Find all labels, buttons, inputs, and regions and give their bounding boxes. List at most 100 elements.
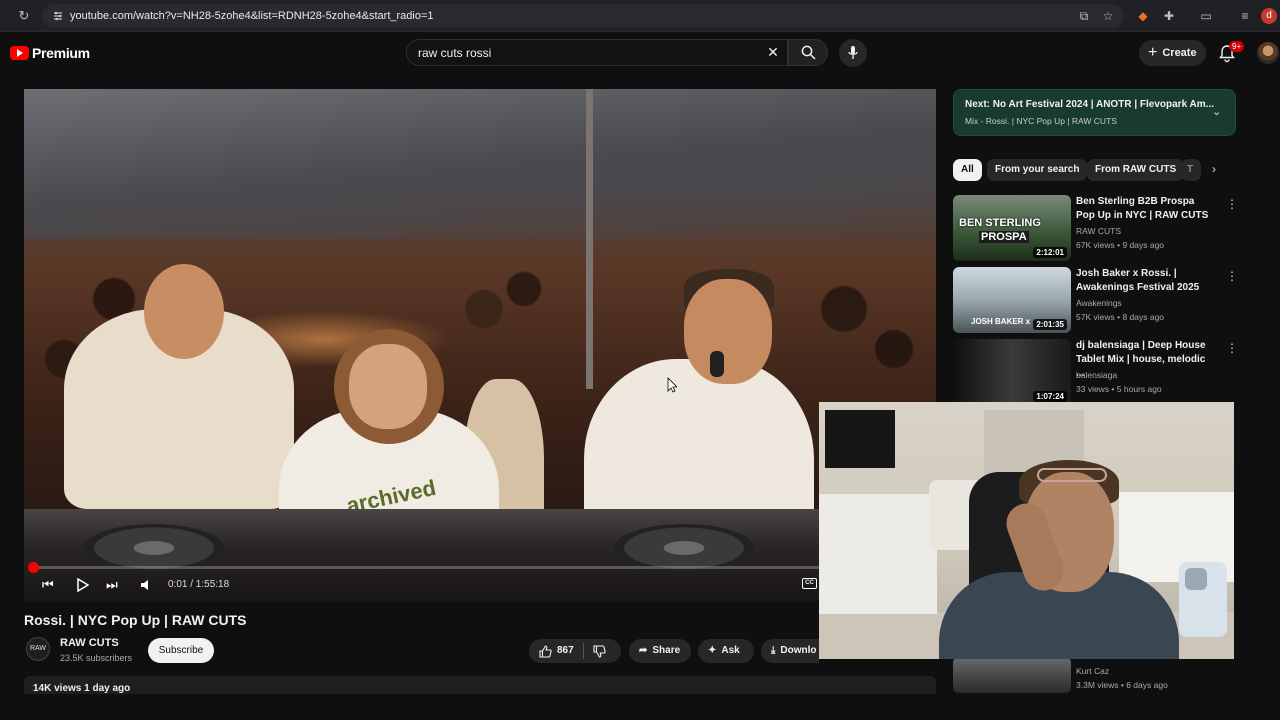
download-button[interactable]: ⤓ Downlo xyxy=(761,639,819,663)
share-button[interactable]: ➦ Share xyxy=(629,639,691,663)
description-box[interactable]: 14K views 1 day ago xyxy=(24,676,936,694)
thumbs-up-icon[interactable] xyxy=(539,644,552,658)
video-player[interactable]: archived ⏮ ⏭ 0:01 / 1:55:18 CC xyxy=(24,89,936,601)
duration-badge: 1:07:24 xyxy=(1033,391,1067,402)
account-avatar[interactable] xyxy=(1257,42,1279,64)
like-count[interactable]: 867 xyxy=(557,639,574,663)
recommendation-item[interactable]: BEN STERLING PROSPA 2:12:01 Ben Sterling… xyxy=(953,195,1243,261)
search-input[interactable]: raw cuts rossi ✕ xyxy=(406,39,788,66)
youtube-header: Premium raw cuts rossi ✕ + Create 9+ xyxy=(0,33,1280,73)
profile-avatar[interactable]: d xyxy=(1261,8,1277,24)
create-label: Create xyxy=(1162,47,1197,59)
clear-search-icon[interactable]: ✕ xyxy=(764,43,782,61)
chevron-down-icon[interactable]: ⌄ xyxy=(1212,105,1221,118)
create-button[interactable]: + Create xyxy=(1139,40,1206,66)
dj-face-center xyxy=(349,344,427,429)
handheld-microphone xyxy=(710,351,724,377)
microphone-icon xyxy=(848,46,858,59)
recommendation-item[interactable]: JOSH BAKER x 2:01:35 Josh Baker x Rossi.… xyxy=(953,267,1243,333)
dj-head-left xyxy=(144,264,224,359)
recommendation-item[interactable]: Kurt Caz 3.3M views • 6 days ago xyxy=(953,657,1243,693)
views-and-date: 14K views 1 day ago xyxy=(33,683,131,694)
search-icon xyxy=(801,45,816,60)
extension-fox-icon[interactable]: ◆ xyxy=(1135,8,1151,24)
next-video-title[interactable]: Next: No Art Festival 2024 | ANOTR | Fle… xyxy=(965,99,1215,110)
volume-muted-icon[interactable] xyxy=(140,578,154,592)
recommendation-item[interactable]: 1:07:24 dj balensiaga | Deep House Table… xyxy=(953,339,1243,405)
next-icon[interactable]: ⏭ xyxy=(106,577,118,593)
url-text[interactable]: youtube.com/watch?v=NH28-5zohe4&list=RDN… xyxy=(70,8,434,24)
thumbnail-text: PROSPA xyxy=(979,231,1029,243)
mix-subtitle: Mix - Rossi. | NYC Pop Up | RAW CUTS xyxy=(965,116,1117,126)
address-bar[interactable]: youtube.com/watch?v=NH28-5zohe4&list=RDN… xyxy=(42,4,1124,28)
reload-icon[interactable]: ↻ xyxy=(16,8,32,24)
recommendation-channel[interactable]: RAW CUTS xyxy=(1076,226,1121,236)
more-options-icon[interactable]: ⋮ xyxy=(1226,341,1238,355)
turntable-right xyxy=(614,524,754,572)
voice-search-button[interactable] xyxy=(839,39,867,67)
download-label: Downlo xyxy=(780,645,817,656)
recommendation-channel[interactable]: balensiaga xyxy=(1076,370,1117,380)
room-dresser xyxy=(819,494,937,614)
share-label: Share xyxy=(652,645,681,656)
ask-button[interactable]: ✦ Ask xyxy=(698,639,754,663)
recommendation-title[interactable]: Ben Sterling B2B Prospa Pop Up in NYC | … xyxy=(1076,195,1216,223)
more-options-icon[interactable]: ⋮ xyxy=(1226,197,1238,211)
recommendation-meta: 57K views • 8 days ago xyxy=(1076,312,1165,322)
youtube-premium-logo[interactable]: Premium xyxy=(10,45,90,61)
plus-icon: + xyxy=(1148,44,1158,61)
logo-text: Premium xyxy=(32,45,90,61)
youtube-play-icon xyxy=(10,46,29,60)
more-options-icon[interactable]: ⋮ xyxy=(1226,269,1238,283)
sparkle-icon: ✦ xyxy=(708,645,717,656)
duration-badge: 2:12:01 xyxy=(1033,247,1067,258)
video-frame: archived xyxy=(24,89,936,601)
up-next-mix-card[interactable]: Next: No Art Festival 2024 | ANOTR | Fle… xyxy=(953,89,1236,136)
video-thumbnail[interactable]: BEN STERLING PROSPA 2:12:01 xyxy=(953,195,1071,261)
recommendation-title[interactable]: Josh Baker x Rossi. | Awakenings Festiva… xyxy=(1076,267,1216,295)
side-panel-icon[interactable]: ▭ xyxy=(1198,8,1214,24)
share-icon: ➦ xyxy=(639,645,648,656)
webcam-overlay xyxy=(819,402,1234,659)
video-thumbnail[interactable]: JOSH BAKER x 2:01:35 xyxy=(953,267,1071,333)
chip-from-your-search[interactable]: From your search xyxy=(987,159,1088,181)
divider xyxy=(582,643,584,659)
recommendation-meta: 67K views • 9 days ago xyxy=(1076,240,1165,250)
subscribe-button[interactable]: Subscribe xyxy=(148,638,214,663)
extensions-puzzle-icon[interactable]: ✚ xyxy=(1161,8,1177,24)
browser-toolbar: ↻ youtube.com/watch?v=NH28-5zohe4&list=R… xyxy=(0,0,1280,32)
recommendation-meta: 33 views • 5 hours ago xyxy=(1076,384,1162,394)
install-app-icon[interactable]: ⧉ xyxy=(1076,8,1092,24)
play-icon[interactable] xyxy=(77,578,89,592)
site-info-icon[interactable] xyxy=(52,10,64,22)
thumbnail-text: BEN STERLING xyxy=(959,217,1041,229)
chevron-right-icon[interactable]: › xyxy=(1212,162,1216,176)
video-thumbnail[interactable]: 1:07:24 xyxy=(953,339,1071,405)
chip-all[interactable]: All xyxy=(953,159,982,181)
recommendation-channel[interactable]: Kurt Caz xyxy=(1076,666,1109,676)
turntable-left xyxy=(84,524,224,572)
duration-badge: 2:01:35 xyxy=(1033,319,1067,330)
previous-icon[interactable]: ⏮ xyxy=(42,577,54,593)
download-icon: ⤓ xyxy=(771,645,776,656)
channel-avatar[interactable]: RAW xyxy=(26,637,50,661)
chip-from-channel[interactable]: From RAW CUTS xyxy=(1087,159,1185,181)
captions-button[interactable]: CC xyxy=(802,578,817,589)
recommendation-channel[interactable]: Awakenings xyxy=(1076,298,1122,308)
chip-truncated[interactable]: T xyxy=(1181,159,1201,181)
channel-name[interactable]: RAW CUTS xyxy=(60,637,119,649)
scrubber-handle[interactable] xyxy=(28,562,39,573)
search-button[interactable] xyxy=(788,39,828,66)
like-dislike-group: 867 xyxy=(529,639,621,663)
bookmark-star-icon[interactable]: ☆ xyxy=(1100,8,1116,24)
mouse-cursor-icon xyxy=(667,377,677,393)
search-query[interactable]: raw cuts rossi xyxy=(418,46,491,60)
tent-roof xyxy=(24,89,936,239)
room-tv xyxy=(825,410,895,468)
reading-list-icon[interactable]: ≡ xyxy=(1237,8,1253,24)
mc-face xyxy=(684,279,772,384)
progress-bar[interactable] xyxy=(32,566,928,569)
ask-label: Ask xyxy=(721,645,740,656)
thumbs-down-icon[interactable] xyxy=(593,644,606,658)
video-thumbnail[interactable] xyxy=(953,657,1071,693)
